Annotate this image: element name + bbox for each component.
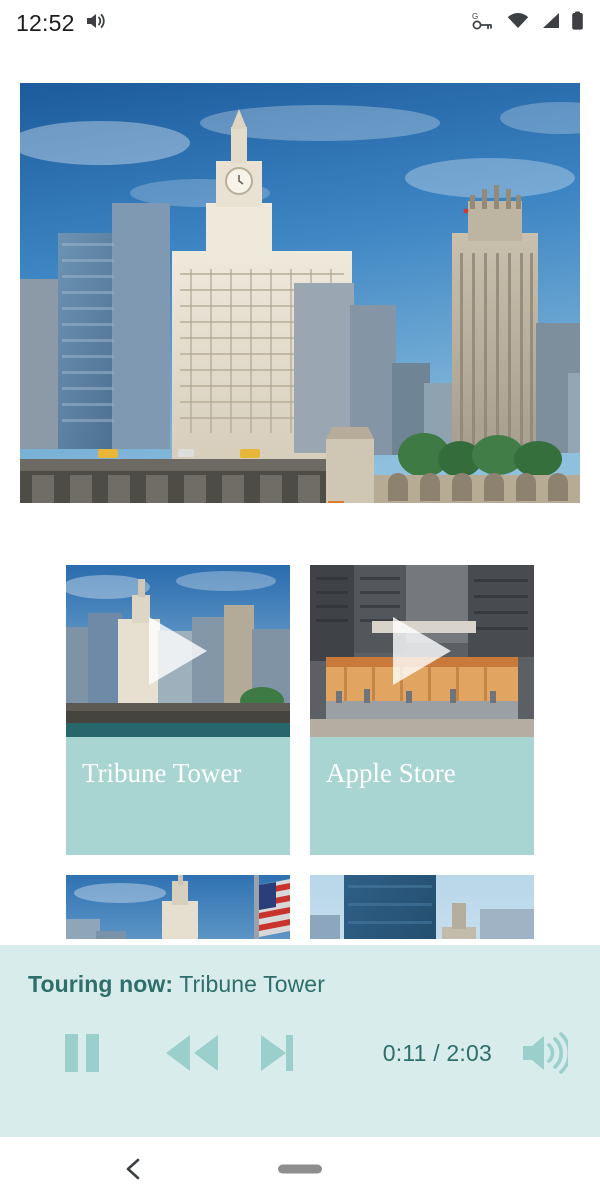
tribune-tower-thumbnail[interactable] — [66, 565, 290, 737]
now-playing-label: Touring now: — [28, 971, 174, 997]
app-root: 12:52 G Tribune Tower Apple Store Tourin… — [0, 0, 600, 1200]
battery-icon — [571, 11, 584, 36]
pause-button[interactable] — [42, 1026, 122, 1080]
player-controls: 0:11 / 2:03 — [28, 1026, 572, 1080]
now-playing-title: Touring now: Tribune Tower — [28, 971, 572, 998]
home-pill-handle[interactable] — [278, 1164, 322, 1173]
tour-card-tribune-tower[interactable]: Tribune Tower — [66, 565, 290, 855]
now-playing-track: Tribune Tower — [179, 971, 325, 997]
android-navigation-bar — [0, 1137, 600, 1200]
tour-card-glass-tower[interactable] — [310, 875, 534, 939]
play-icon[interactable] — [393, 617, 451, 685]
play-icon[interactable] — [149, 617, 207, 685]
status-bar: 12:52 G — [0, 0, 600, 46]
tour-card-flag-skyline[interactable] — [66, 875, 290, 939]
tour-card-title: Tribune Tower — [66, 737, 290, 855]
wifi-icon — [507, 12, 529, 35]
volume-icon — [85, 11, 107, 36]
rewind-button[interactable] — [150, 1026, 234, 1080]
forward-button[interactable] — [242, 1026, 312, 1080]
tour-card-title: Apple Store — [310, 737, 534, 855]
vpn-key-g-icon: G — [472, 11, 496, 36]
tour-card-grid: Tribune Tower Apple Store — [66, 565, 534, 939]
status-bar-left: 12:52 — [16, 10, 107, 37]
now-playing-bar: Touring now: Tribune Tower 0:11 / 2:03 — [0, 945, 600, 1137]
svg-text:G: G — [472, 12, 478, 21]
status-bar-right: G — [472, 11, 584, 36]
apple-store-thumbnail[interactable] — [310, 565, 534, 737]
playback-time: 0:11 / 2:03 — [382, 1039, 492, 1066]
tour-card-apple-store[interactable]: Apple Store — [310, 565, 534, 855]
hero-image — [20, 83, 580, 503]
back-chevron-icon[interactable] — [112, 1147, 156, 1191]
cellular-signal-icon — [540, 12, 560, 35]
status-bar-clock: 12:52 — [16, 9, 75, 36]
volume-button[interactable] — [516, 1028, 572, 1078]
